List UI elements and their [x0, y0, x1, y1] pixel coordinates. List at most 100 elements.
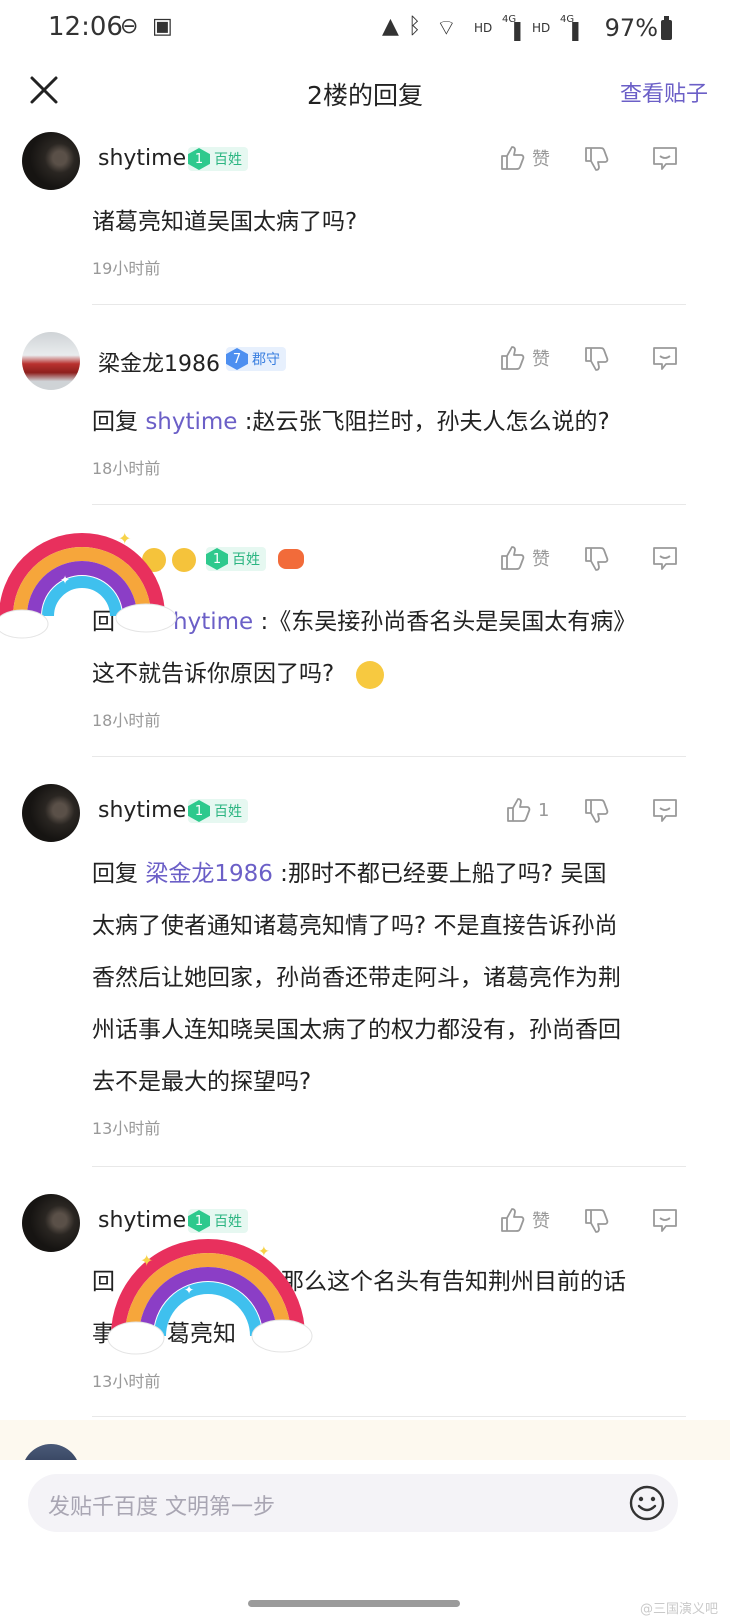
- lock-icon: ▲: [382, 14, 399, 39]
- rank-label: 百姓: [214, 804, 242, 820]
- reply-icon[interactable]: [650, 544, 680, 572]
- like-button[interactable]: 赞: [498, 144, 550, 172]
- rainbow-sticker: ✦ ✦: [0, 529, 177, 639]
- view-post-button[interactable]: 查看贴子: [620, 76, 708, 108]
- home-indicator[interactable]: [248, 1600, 460, 1607]
- comment-body-line: 太病了使者通知诸葛亮知情了吗? 不是直接告诉孙尚: [92, 913, 618, 939]
- username[interactable]: shytime: [98, 1208, 186, 1233]
- comment-time: 13小时前: [92, 1119, 161, 1138]
- comment-body: 那么这个名头有告知荆州目前的话: [281, 1269, 626, 1295]
- mention-link[interactable]: 梁金龙1986: [145, 861, 273, 887]
- comment-body: :《东吴接孙尚香名头是吴国太有病》: [253, 609, 637, 635]
- comment-body: :赵云张飞阻拦时，孙夫人怎么说的?: [237, 409, 610, 435]
- thumbs-up-icon: [501, 146, 525, 170]
- svg-text:✦: ✦: [118, 529, 131, 548]
- comment-text: 回复 shytime :赵云张飞阻拦时，孙夫人怎么说的?: [92, 396, 692, 448]
- rank-label: 百姓: [232, 552, 260, 568]
- like-button[interactable]: 1: [504, 796, 549, 824]
- thumbs-down-icon[interactable]: [582, 1206, 610, 1236]
- svg-text:✦: ✦: [258, 1244, 270, 1260]
- thumbs-up-icon: [501, 1208, 525, 1232]
- thumbs-down-icon[interactable]: [582, 544, 610, 574]
- comment-body-line: 香然后让她回家，孙尚香还带走阿斗，诸葛亮作为荆: [92, 965, 621, 991]
- avatar[interactable]: [22, 784, 80, 842]
- level-number: 1: [188, 1210, 210, 1232]
- comment-time: 13小时前: [92, 1372, 161, 1391]
- divider: [92, 504, 686, 505]
- comment-body-line: 去不是最大的探望吗?: [92, 1069, 312, 1095]
- comment-body: :那时不都已经要上船了吗? 吴国: [272, 861, 607, 887]
- hd-label-1: HD: [474, 21, 493, 35]
- reply-icon[interactable]: [650, 144, 680, 172]
- level-badge: 1 百姓: [188, 147, 248, 171]
- username[interactable]: shytime: [98, 798, 186, 823]
- gamepad-icon: [278, 548, 304, 569]
- comment-body-line: 州话事人连知晓吴国太病了的权力都没有，孙尚香回: [92, 1017, 621, 1043]
- divider: [92, 756, 686, 757]
- level-number: 1: [188, 800, 210, 822]
- username[interactable]: shytime: [98, 146, 186, 171]
- comment-body: 这不就告诉你原因了吗?: [92, 661, 335, 687]
- level-badge: 1 百姓: [188, 799, 248, 823]
- mention-link[interactable]: shytime: [145, 409, 237, 435]
- reply-icon[interactable]: [650, 344, 680, 372]
- signal-icon-2: ▐: [566, 22, 579, 41]
- emoji-picker-icon[interactable]: [628, 1484, 666, 1522]
- thumbs-down-icon[interactable]: [582, 144, 610, 174]
- level-number: 1: [206, 548, 228, 570]
- username[interactable]: 梁金龙1986: [98, 346, 220, 378]
- hd-label-2: HD: [532, 21, 551, 35]
- avatar[interactable]: [22, 1194, 80, 1252]
- reply-icon[interactable]: [650, 1206, 680, 1234]
- rank-label: 百姓: [214, 1214, 242, 1230]
- comment-time: 19小时前: [92, 259, 161, 278]
- thumbs-down-icon[interactable]: [582, 796, 610, 826]
- wifi-icon: ⌔: [436, 16, 457, 41]
- comment-time: 18小时前: [92, 711, 161, 730]
- status-time: 12:06: [48, 12, 123, 42]
- mention-link[interactable]: hytime: [173, 609, 253, 635]
- watermark: @三国演义吧: [639, 1602, 718, 1617]
- like-count: 1: [538, 799, 550, 821]
- signal-icon-1: ▐: [508, 22, 521, 41]
- like-button[interactable]: 赞: [498, 1206, 550, 1234]
- like-label: 赞: [532, 549, 550, 570]
- level-badge: 1 百姓: [188, 1209, 248, 1233]
- avatar[interactable]: [22, 332, 80, 390]
- level-number: 7: [226, 348, 248, 370]
- svg-text:✦: ✦: [140, 1251, 153, 1270]
- comment-text: 回 hytime :《东吴接孙尚香名头是吴国太有病》: [92, 596, 692, 648]
- reply-prefix: 回复: [92, 409, 138, 435]
- like-label: 赞: [532, 1211, 550, 1232]
- svg-text:✦: ✦: [184, 1283, 194, 1297]
- rank-label: 百姓: [214, 152, 242, 168]
- avatar[interactable]: [22, 132, 80, 190]
- rank-label: 郡守: [252, 352, 280, 368]
- rainbow-sticker: ✦ ✦ ✦: [107, 1239, 313, 1355]
- like-label: 赞: [532, 349, 550, 370]
- divider: [92, 1166, 686, 1167]
- reply-icon[interactable]: [650, 796, 680, 824]
- battery-level: 97%: [604, 14, 658, 42]
- reply-input-placeholder: 发贴千百度 文明第一步: [48, 1495, 275, 1520]
- thumbs-up-icon: [501, 346, 525, 370]
- like-label: 赞: [532, 149, 550, 170]
- battery-icon: [661, 16, 672, 40]
- reply-prefix: 回复: [92, 861, 138, 887]
- divider: [92, 304, 686, 305]
- svg-text:✦: ✦: [60, 573, 70, 587]
- like-button[interactable]: 赞: [498, 344, 550, 372]
- bluetooth-icon: ᛒ: [408, 14, 422, 39]
- thumbs-up-icon: [501, 546, 525, 570]
- level-badge: 1 百姓: [206, 547, 266, 571]
- comment-text: 回复 梁金龙1986 :那时不都已经要上船了吗? 吴国: [92, 848, 692, 900]
- app-notification-icon: ▣: [152, 14, 173, 39]
- divider: [92, 1416, 686, 1417]
- thumbs-down-icon[interactable]: [582, 344, 610, 374]
- status-bar: 12:06 ⊖ ▣ ▲ ᛒ ⌔ HD 4G ▐ HD 4G ▐ 97%: [0, 0, 730, 60]
- level-number: 1: [188, 148, 210, 170]
- comment-text-line2: 这不就告诉你原因了吗?: [92, 648, 692, 700]
- like-button[interactable]: 赞: [498, 544, 550, 572]
- thumbs-up-icon: [507, 798, 531, 822]
- level-badge: 7 郡守: [226, 347, 286, 371]
